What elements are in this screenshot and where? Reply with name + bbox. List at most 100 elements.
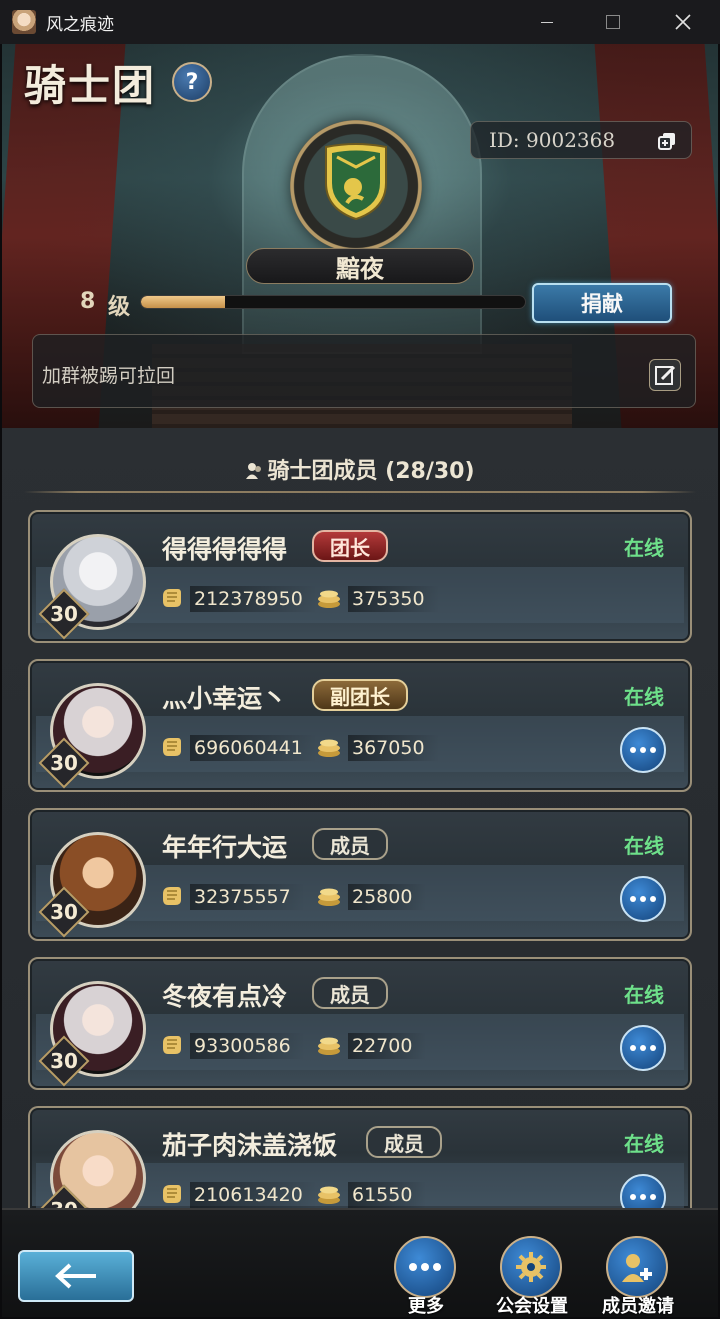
status-badge: 在线: [624, 685, 664, 709]
status-badge: 在线: [624, 536, 664, 560]
coins-icon: [318, 1186, 340, 1204]
member-contribution: 22700: [348, 1033, 427, 1059]
fist-icon: [163, 738, 181, 756]
member-contribution: 61550: [348, 1182, 427, 1208]
donate-button[interactable]: 捐献: [532, 283, 672, 323]
fist-icon: [163, 887, 181, 905]
member-card[interactable]: 30 茄子肉沫盖浇饭成员 在线 210613420 61550: [28, 1106, 692, 1208]
member-more-button[interactable]: [620, 727, 666, 773]
member-level: 30: [50, 900, 78, 924]
member-card[interactable]: 30 年年行大运 成员 在线 32375557 25800: [28, 808, 692, 941]
status-badge: 在线: [624, 983, 664, 1007]
back-button[interactable]: [18, 1250, 134, 1302]
member-name: 茄子肉沫盖浇饭: [162, 1131, 338, 1160]
guild-id-text: ID: 9002368: [489, 128, 616, 152]
member-power: 210613420: [190, 1182, 317, 1208]
guild-level-progress-fill: [141, 296, 226, 308]
member-card[interactable]: 30 冬夜有点冷 成员 在线 93300586 22700: [28, 957, 692, 1090]
member-power: 696060441: [190, 735, 317, 761]
fist-icon: [163, 589, 181, 607]
gear-icon: [500, 1236, 562, 1298]
guild-name-plate: 黯夜: [246, 248, 474, 284]
guild-notice-text: 加群被踢可拉回: [42, 365, 176, 387]
invite-members-button[interactable]: 成员邀请: [590, 1236, 686, 1318]
dot-icon: [650, 1194, 656, 1200]
invite-members-label: 成员邀请: [602, 1296, 674, 1317]
coins-icon: [318, 1037, 340, 1055]
role-badge: 副团长: [312, 679, 408, 711]
edit-icon: [655, 365, 676, 385]
dot-icon: [650, 1045, 656, 1051]
member-name: 冬夜有点冷: [162, 982, 288, 1011]
dot-icon: [650, 896, 656, 902]
coins-icon: [318, 739, 340, 757]
member-contribution: 367050: [348, 735, 439, 761]
app-icon: [12, 10, 36, 34]
guild-level-number: 8: [80, 289, 96, 314]
member-contribution: 375350: [348, 586, 439, 612]
dot-icon: [640, 1045, 646, 1051]
dot-icon: [630, 1194, 636, 1200]
dot-icon: [650, 747, 656, 753]
member-level: 30: [50, 1049, 78, 1073]
members-icon: [246, 463, 262, 479]
shield-icon: [325, 143, 387, 221]
guild-notice: 加群被踢可拉回: [32, 334, 696, 408]
member-level: 30: [50, 751, 78, 775]
close-button[interactable]: [660, 0, 706, 44]
fist-icon: [163, 1185, 181, 1203]
role-badge: 团长: [312, 530, 388, 562]
more-icon: [394, 1236, 456, 1298]
dot-icon: [630, 896, 636, 902]
member-level: 30: [50, 602, 78, 626]
member-name: 得得得得得: [162, 535, 288, 564]
coins-icon: [318, 888, 340, 906]
guild-settings-label: 公会设置: [496, 1296, 568, 1317]
guild-level-unit: 级: [108, 295, 131, 320]
coins-icon: [318, 590, 340, 608]
member-power: 212378950: [190, 586, 317, 612]
member-more-button[interactable]: [620, 1025, 666, 1071]
guild-level-progress: [140, 295, 526, 309]
role-badge: 成员: [312, 977, 388, 1009]
page-title: 骑士团: [24, 61, 157, 110]
member-name: 灬小幸运丶: [162, 684, 288, 713]
edit-notice-button[interactable]: [649, 359, 681, 391]
dot-icon: [630, 747, 636, 753]
maximize-button[interactable]: [590, 0, 636, 44]
role-badge: 成员: [366, 1126, 442, 1158]
members-title-text: 骑士团成员: [267, 459, 378, 484]
dot-icon: [640, 747, 646, 753]
status-badge: 在线: [624, 834, 664, 858]
member-name: 年年行大运: [162, 833, 288, 862]
invite-user-icon: [606, 1236, 668, 1298]
guild-name: 黯夜: [336, 254, 384, 283]
role-badge: 成员: [312, 828, 388, 860]
member-card[interactable]: 30 得得得得得 团长 在线 212378950 375350: [28, 510, 692, 643]
guild-id-box: ID: 9002368: [470, 121, 692, 159]
member-card[interactable]: 30 灬小幸运丶 副团长 在线 696060441 367050: [28, 659, 692, 792]
dot-icon: [640, 896, 646, 902]
fist-icon: [163, 1036, 181, 1054]
window-titlebar: 风之痕迹: [0, 0, 720, 44]
more-nav-button[interactable]: 更多: [378, 1236, 474, 1318]
members-count: (28/30): [385, 459, 475, 484]
window-title: 风之痕迹: [46, 14, 114, 35]
guild-settings-button[interactable]: 公会设置: [484, 1236, 580, 1318]
members-section-title: 骑士团成员 (28/30): [2, 453, 718, 485]
help-button[interactable]: ?: [172, 62, 212, 102]
minimize-button[interactable]: [524, 0, 570, 44]
member-level: 30: [48, 1194, 80, 1208]
close-icon: [675, 14, 691, 30]
member-more-button[interactable]: [620, 876, 666, 922]
status-badge: 在线: [624, 1132, 664, 1156]
member-contribution: 25800: [348, 884, 427, 910]
more-nav-label: 更多: [408, 1296, 444, 1317]
section-divider: [24, 491, 696, 493]
dot-icon: [640, 1194, 646, 1200]
dot-icon: [630, 1045, 636, 1051]
member-power: 32375557: [190, 884, 305, 910]
copy-icon[interactable]: [657, 131, 677, 151]
back-arrow-icon: [55, 1263, 96, 1289]
member-power: 93300586: [190, 1033, 305, 1059]
